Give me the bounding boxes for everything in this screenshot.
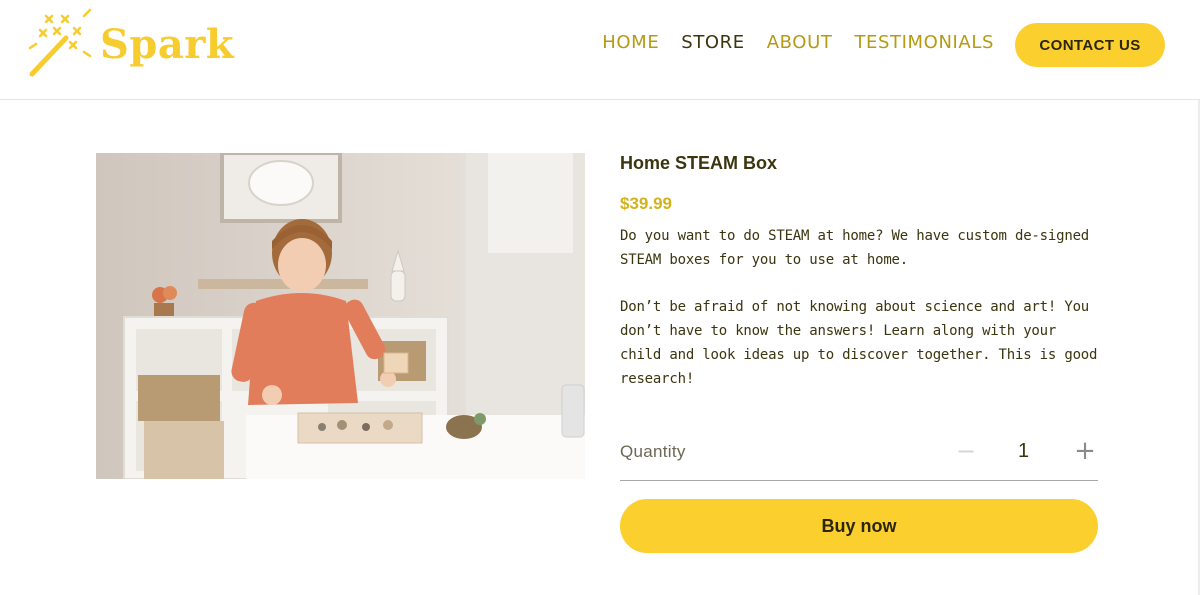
quantity-stepper: Quantity − 1 + [620,432,1098,481]
buy-now-button[interactable]: Buy now [620,499,1098,553]
site-header: Spark HOME STORE ABOUT TESTIMONIALS CONT… [0,0,1200,100]
description-paragraph: Don’t be afraid of not knowing about sci… [620,299,1098,387]
main-nav: HOME STORE ABOUT TESTIMONIALS [602,32,994,53]
product-title: Home STEAM Box [620,153,778,173]
magic-wand-icon [28,8,92,77]
brand-name: Spark [100,20,235,68]
nav-store[interactable]: STORE [681,32,744,53]
contact-us-button[interactable]: CONTACT US [1015,23,1165,67]
nav-home[interactable]: HOME [602,32,659,53]
product-details: Home STEAM Box $39.99 Do you want to do … [620,150,1098,414]
nav-testimonials[interactable]: TESTIMONIALS [854,32,994,53]
plus-icon[interactable]: + [1072,438,1098,464]
quantity-label: Quantity [620,442,686,461]
quantity-value[interactable]: 1 [1018,440,1029,463]
nav-about[interactable]: ABOUT [767,32,833,53]
product-description: Do you want to do STEAM at home? We have… [620,224,1098,391]
description-paragraph: Do you want to do STEAM at home? We have… [620,228,1090,268]
product-image [96,153,585,479]
brand-logo[interactable]: Spark [26,8,234,80]
product-price: $39.99 [620,194,672,213]
minus-icon[interactable]: − [953,438,979,464]
